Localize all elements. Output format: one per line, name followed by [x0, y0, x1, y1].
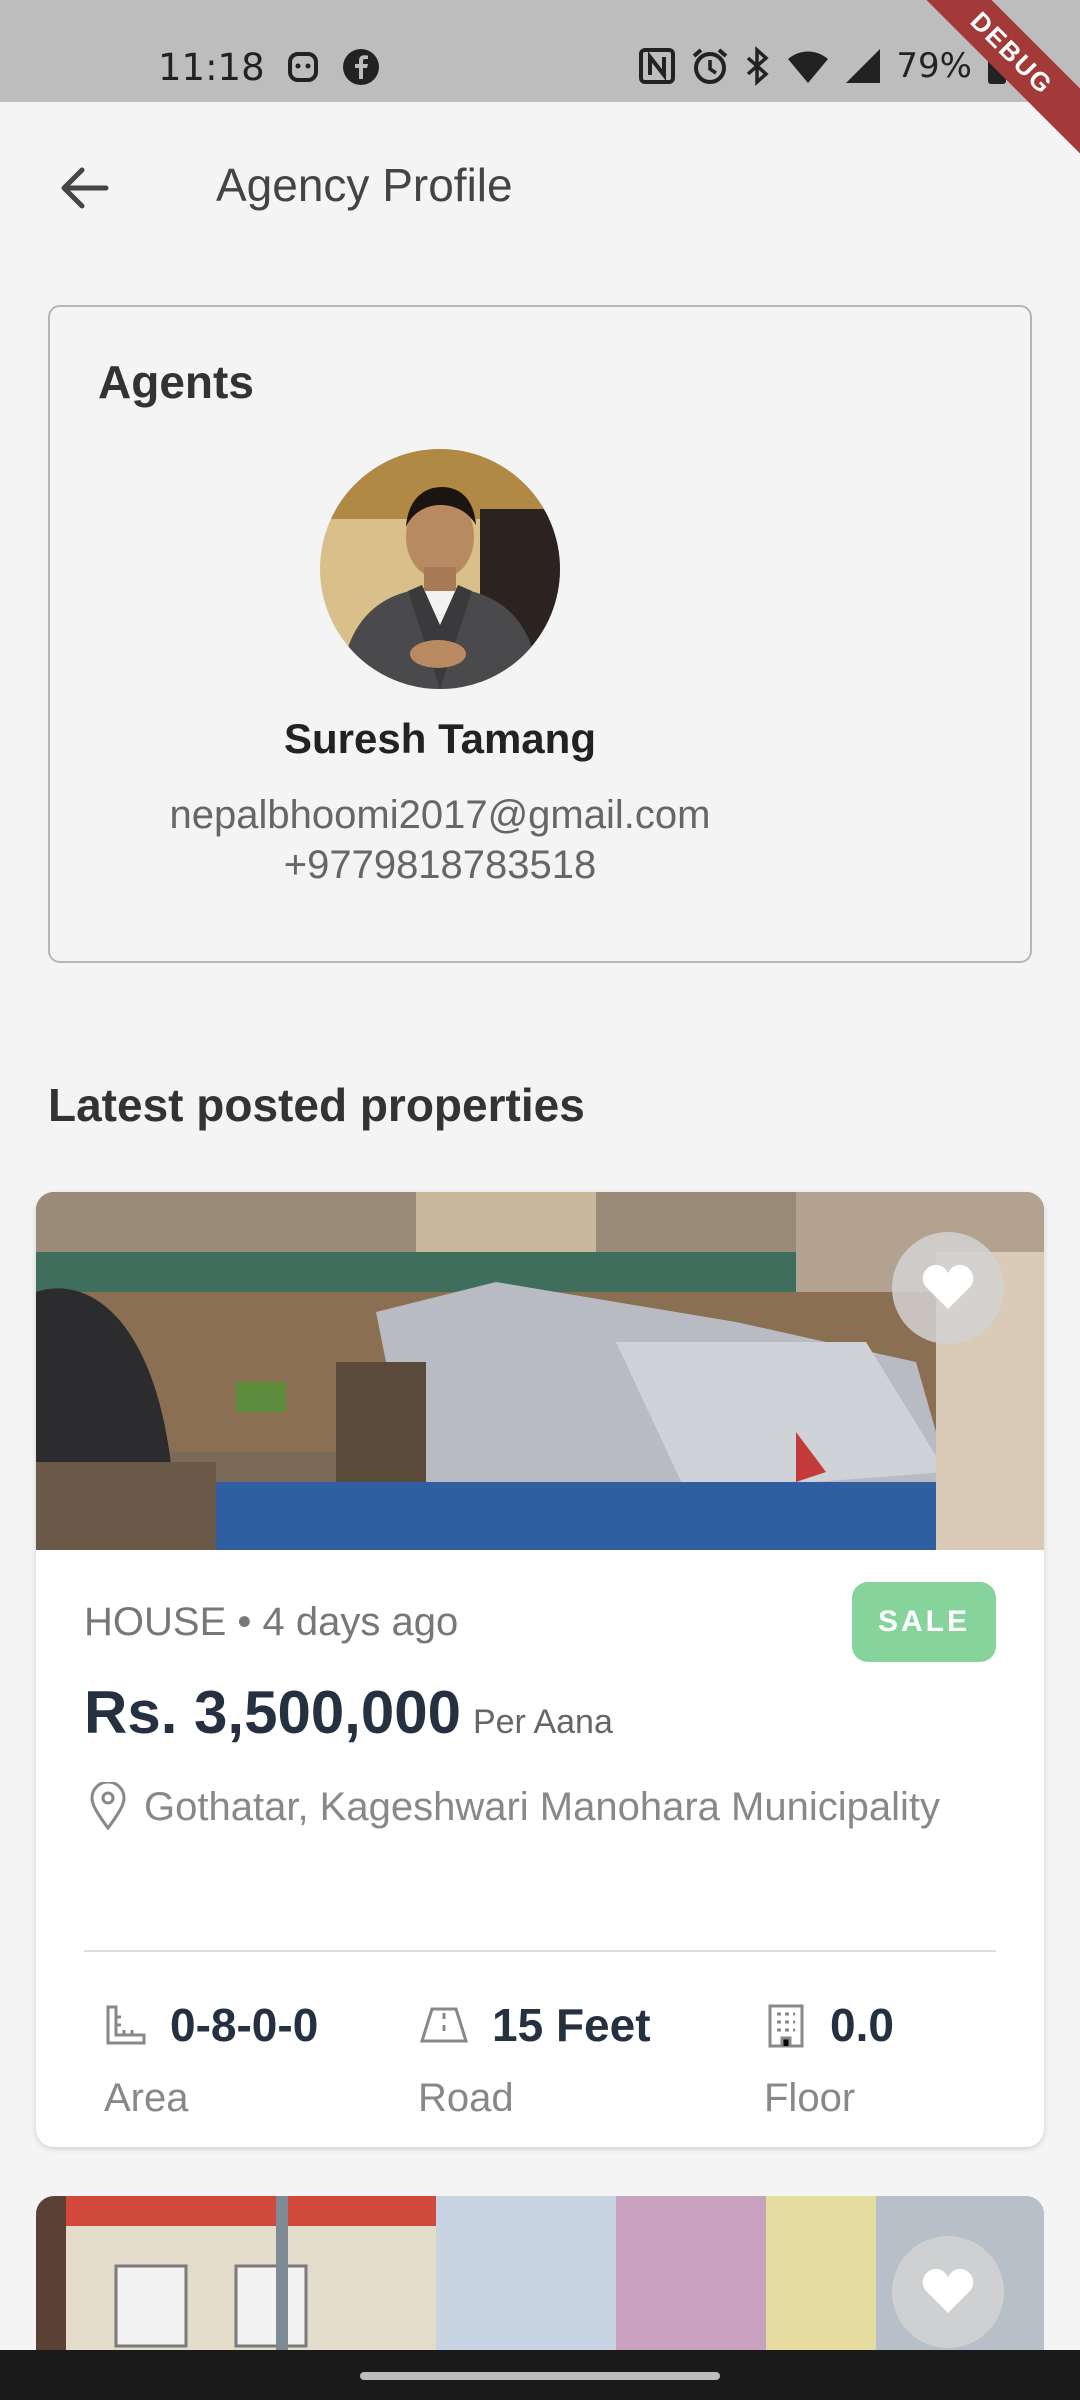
building-icon: [768, 2004, 804, 2048]
feature-floor: 0.0 Floor: [764, 1998, 894, 2121]
floor-label: Floor: [764, 2076, 856, 2120]
feature-area: 0-8-0-0 Area: [104, 1998, 318, 2121]
area-label: Area: [104, 2076, 189, 2120]
agents-card: Agents Suresh Tamang nepalbhoomi2017@gma…: [48, 305, 1032, 963]
status-right-icons: 79%: [638, 46, 1008, 86]
wifi-icon: [788, 51, 829, 83]
agent-email[interactable]: nepalbhoomi2017@gmail.com: [50, 793, 830, 838]
property-price: Rs. 3,500,000: [84, 1679, 461, 1746]
feature-road: 15 Feet Road: [418, 1998, 651, 2121]
arrow-back-icon: [61, 167, 109, 209]
property-posted: 4 days ago: [262, 1600, 459, 1644]
property-type: HOUSE: [84, 1600, 227, 1644]
property-meta: HOUSE • 4 days ago: [84, 1600, 458, 1645]
road-value: 15 Feet: [492, 1999, 651, 2051]
bluetooth-icon: [747, 46, 770, 86]
status-bar: 11:18 79% DEBUG: [0, 0, 1080, 162]
road-label: Road: [418, 2076, 514, 2120]
area-value: 0-8-0-0: [170, 1999, 319, 2051]
agents-heading: Agents: [98, 356, 254, 408]
agent-phone[interactable]: +9779818783518: [50, 843, 830, 888]
status-left-icons: [286, 48, 380, 86]
property-location: Gothatar, Kageshwari Manohara Municipali…: [144, 1785, 940, 1829]
favorite-button[interactable]: [892, 2236, 1004, 2348]
location-pin-icon: [90, 1782, 126, 1830]
agent-photo: [320, 449, 560, 689]
sale-badge: SALE: [852, 1582, 996, 1662]
price-row: Rs. 3,500,000 Per Aana: [84, 1678, 613, 1747]
nfc-icon: [639, 48, 676, 84]
road-icon: [419, 2007, 469, 2043]
divider: [84, 1950, 996, 1952]
facebook-icon: [343, 49, 379, 85]
alarm-icon: [693, 48, 728, 84]
property-image[interactable]: [36, 1192, 1044, 1550]
price-unit: Per Aana: [472, 1703, 613, 1741]
signal-icon: [846, 49, 881, 83]
ruler-icon: [106, 2005, 146, 2045]
meta-separator: •: [237, 1600, 252, 1644]
agent-avatar[interactable]: [320, 449, 560, 689]
heart-icon: [922, 2269, 974, 2313]
latest-properties-title: Latest posted properties: [48, 1079, 585, 1131]
floor-value: 0.0: [830, 1999, 894, 2051]
property-card[interactable]: HOUSE • 4 days ago SALE Rs. 3,500,000 Pe…: [36, 1192, 1044, 2147]
back-button[interactable]: [54, 158, 114, 218]
property-photo: [36, 1192, 1044, 1550]
notification-app-icon: [288, 52, 318, 82]
home-gesture-handle[interactable]: [360, 2372, 720, 2380]
page-title: Agency Profile: [216, 159, 513, 211]
system-nav-bar: [0, 2350, 1080, 2400]
agent-name: Suresh Tamang: [284, 715, 596, 762]
app-bar: Agency Profile: [0, 102, 1080, 268]
heart-icon: [922, 1265, 974, 1309]
favorite-button[interactable]: [892, 1232, 1004, 1344]
status-time: 11:18: [158, 46, 265, 89]
battery-percent: 79%: [896, 46, 972, 86]
